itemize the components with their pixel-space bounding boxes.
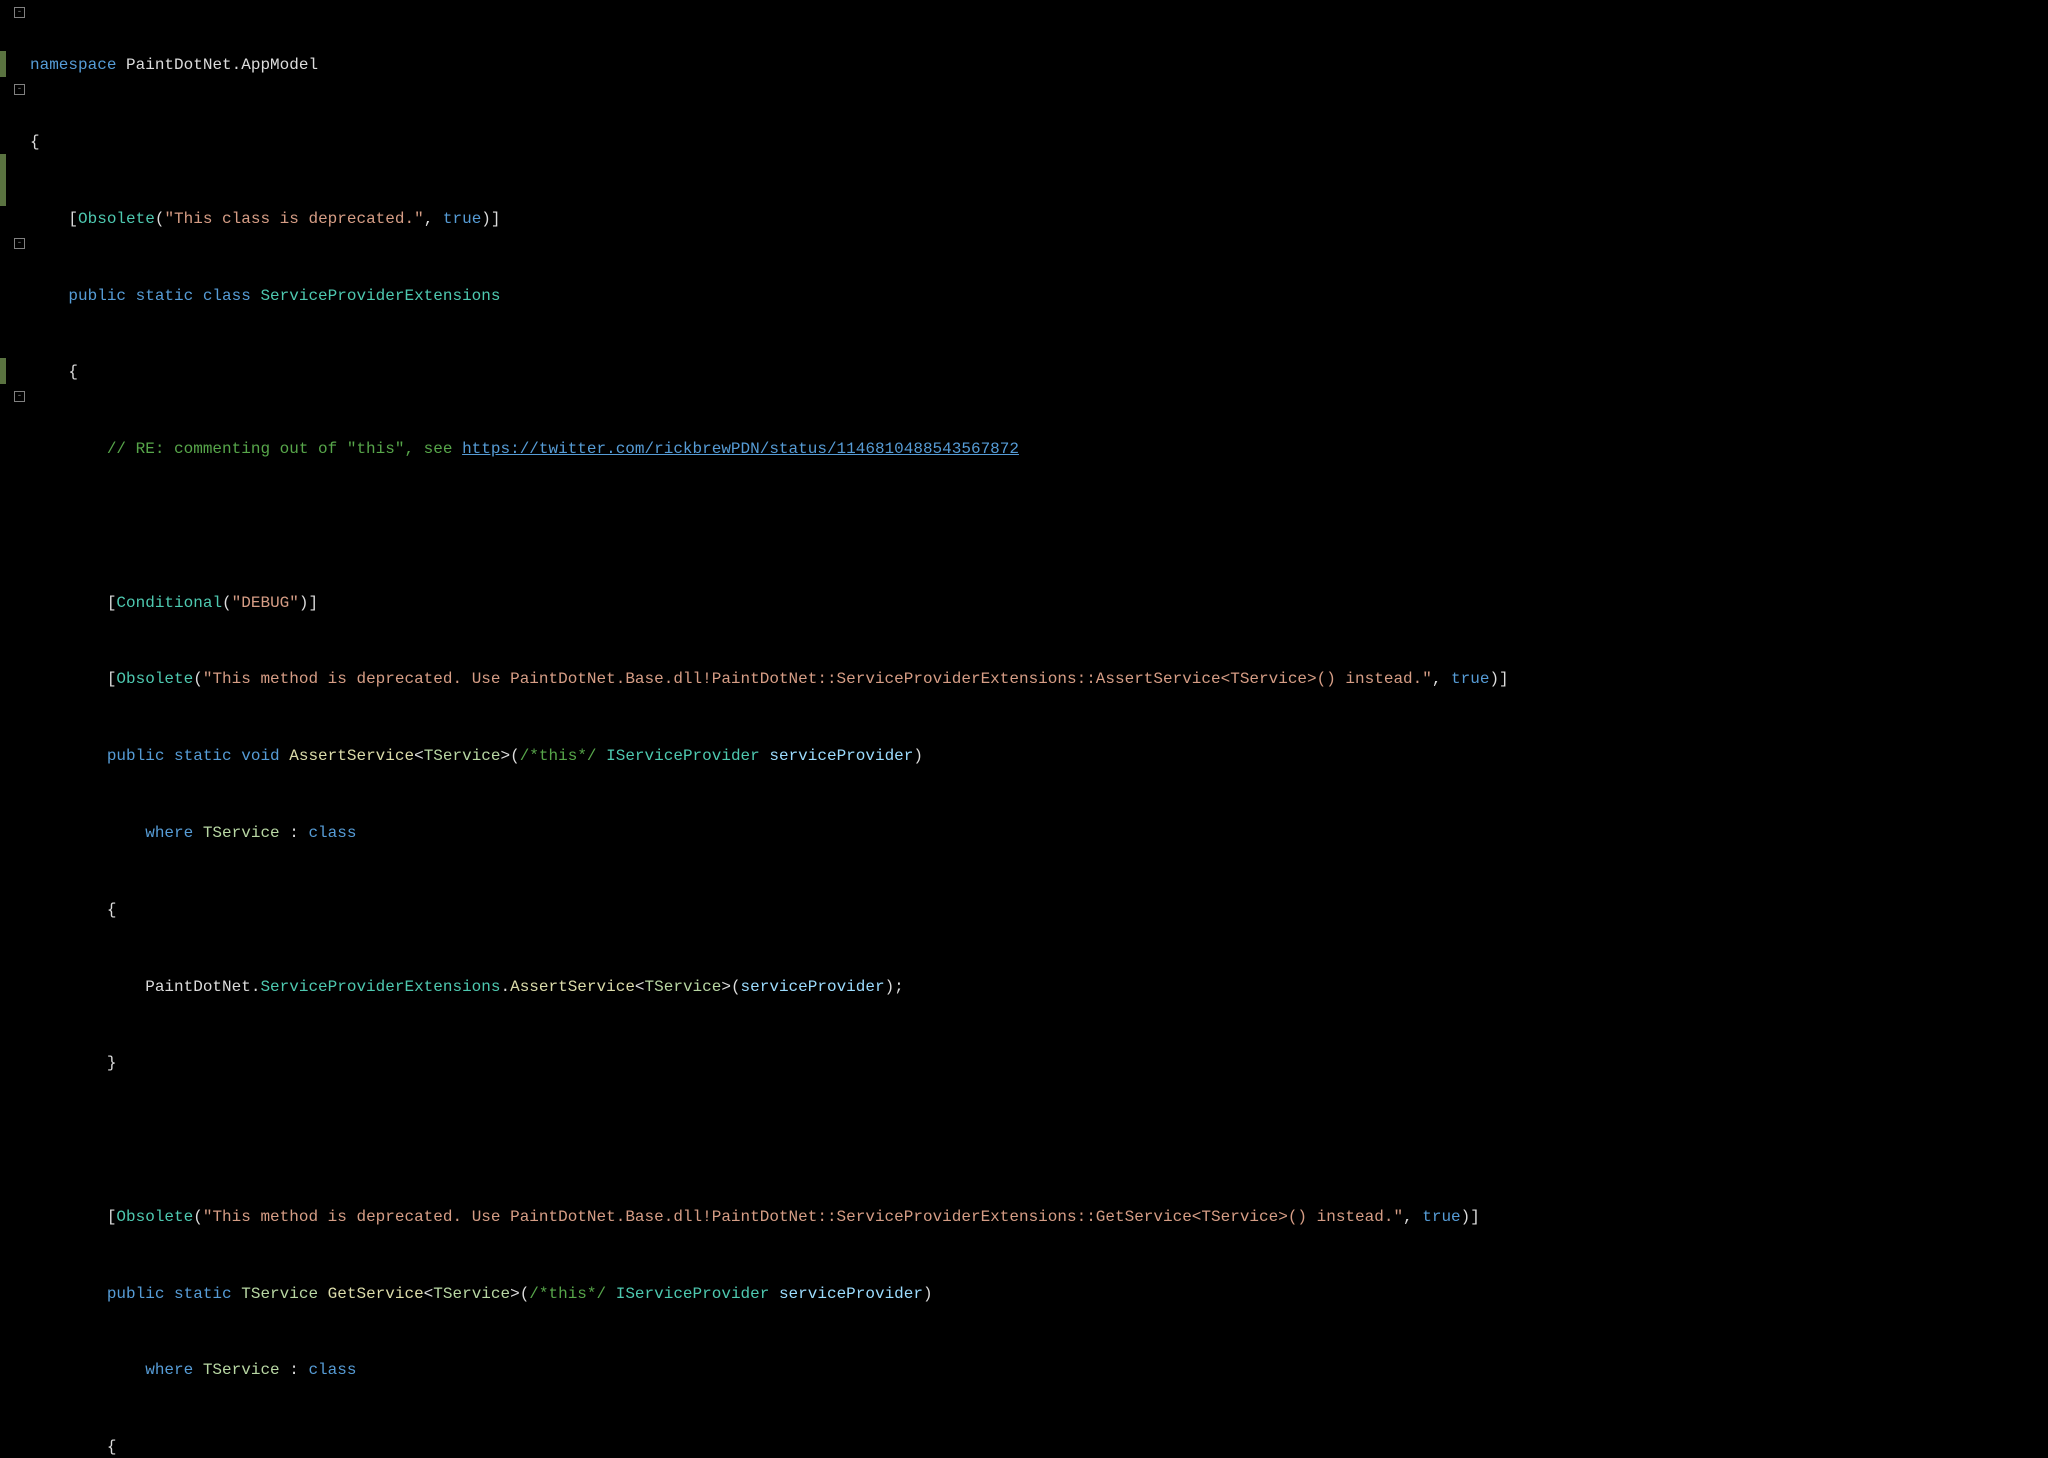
code-line[interactable]: public static TService GetService<TServi… <box>30 1282 2048 1308</box>
code-line[interactable] <box>30 514 2048 540</box>
code-line[interactable]: { <box>30 360 2048 386</box>
code-line[interactable]: where TService : class <box>30 821 2048 847</box>
code-line[interactable]: { <box>30 898 2048 924</box>
code-line[interactable]: where TService : class <box>30 1358 2048 1384</box>
code-line[interactable]: public static void AssertService<TServic… <box>30 744 2048 770</box>
code-line[interactable]: [Obsolete("This method is deprecated. Us… <box>30 1205 2048 1231</box>
fold-icon[interactable]: - <box>14 391 25 402</box>
fold-icon[interactable]: - <box>14 84 25 95</box>
code-line[interactable]: [Conditional("DEBUG")] <box>30 591 2048 617</box>
change-marker <box>0 154 6 206</box>
code-line[interactable] <box>30 1128 2048 1154</box>
code-line[interactable]: public static class ServiceProviderExten… <box>30 284 2048 310</box>
code-line[interactable]: PaintDotNet.ServiceProviderExtensions.As… <box>30 975 2048 1001</box>
code-line[interactable]: [Obsolete("This class is deprecated.", t… <box>30 207 2048 233</box>
change-marker <box>0 358 6 384</box>
code-line[interactable]: namespace PaintDotNet.AppModel <box>30 53 2048 79</box>
fold-icon[interactable]: - <box>14 7 25 18</box>
code-line[interactable]: [Obsolete("This method is deprecated. Us… <box>30 667 2048 693</box>
code-line[interactable]: { <box>30 130 2048 156</box>
code-area[interactable]: namespace PaintDotNet.AppModel { [Obsole… <box>30 0 2048 729</box>
url-link[interactable]: https://twitter.com/rickbrewPDN/status/1… <box>462 440 1019 458</box>
change-marker <box>0 51 6 77</box>
fold-icon[interactable]: - <box>14 238 25 249</box>
code-editor[interactable]: - - - - namespace PaintDotNet.AppModel {… <box>0 0 2048 729</box>
code-line[interactable]: } <box>30 1051 2048 1077</box>
code-line[interactable]: // RE: commenting out of "this", see htt… <box>30 437 2048 463</box>
gutter: - - - - <box>0 0 30 729</box>
code-line[interactable]: { <box>30 1435 2048 1458</box>
